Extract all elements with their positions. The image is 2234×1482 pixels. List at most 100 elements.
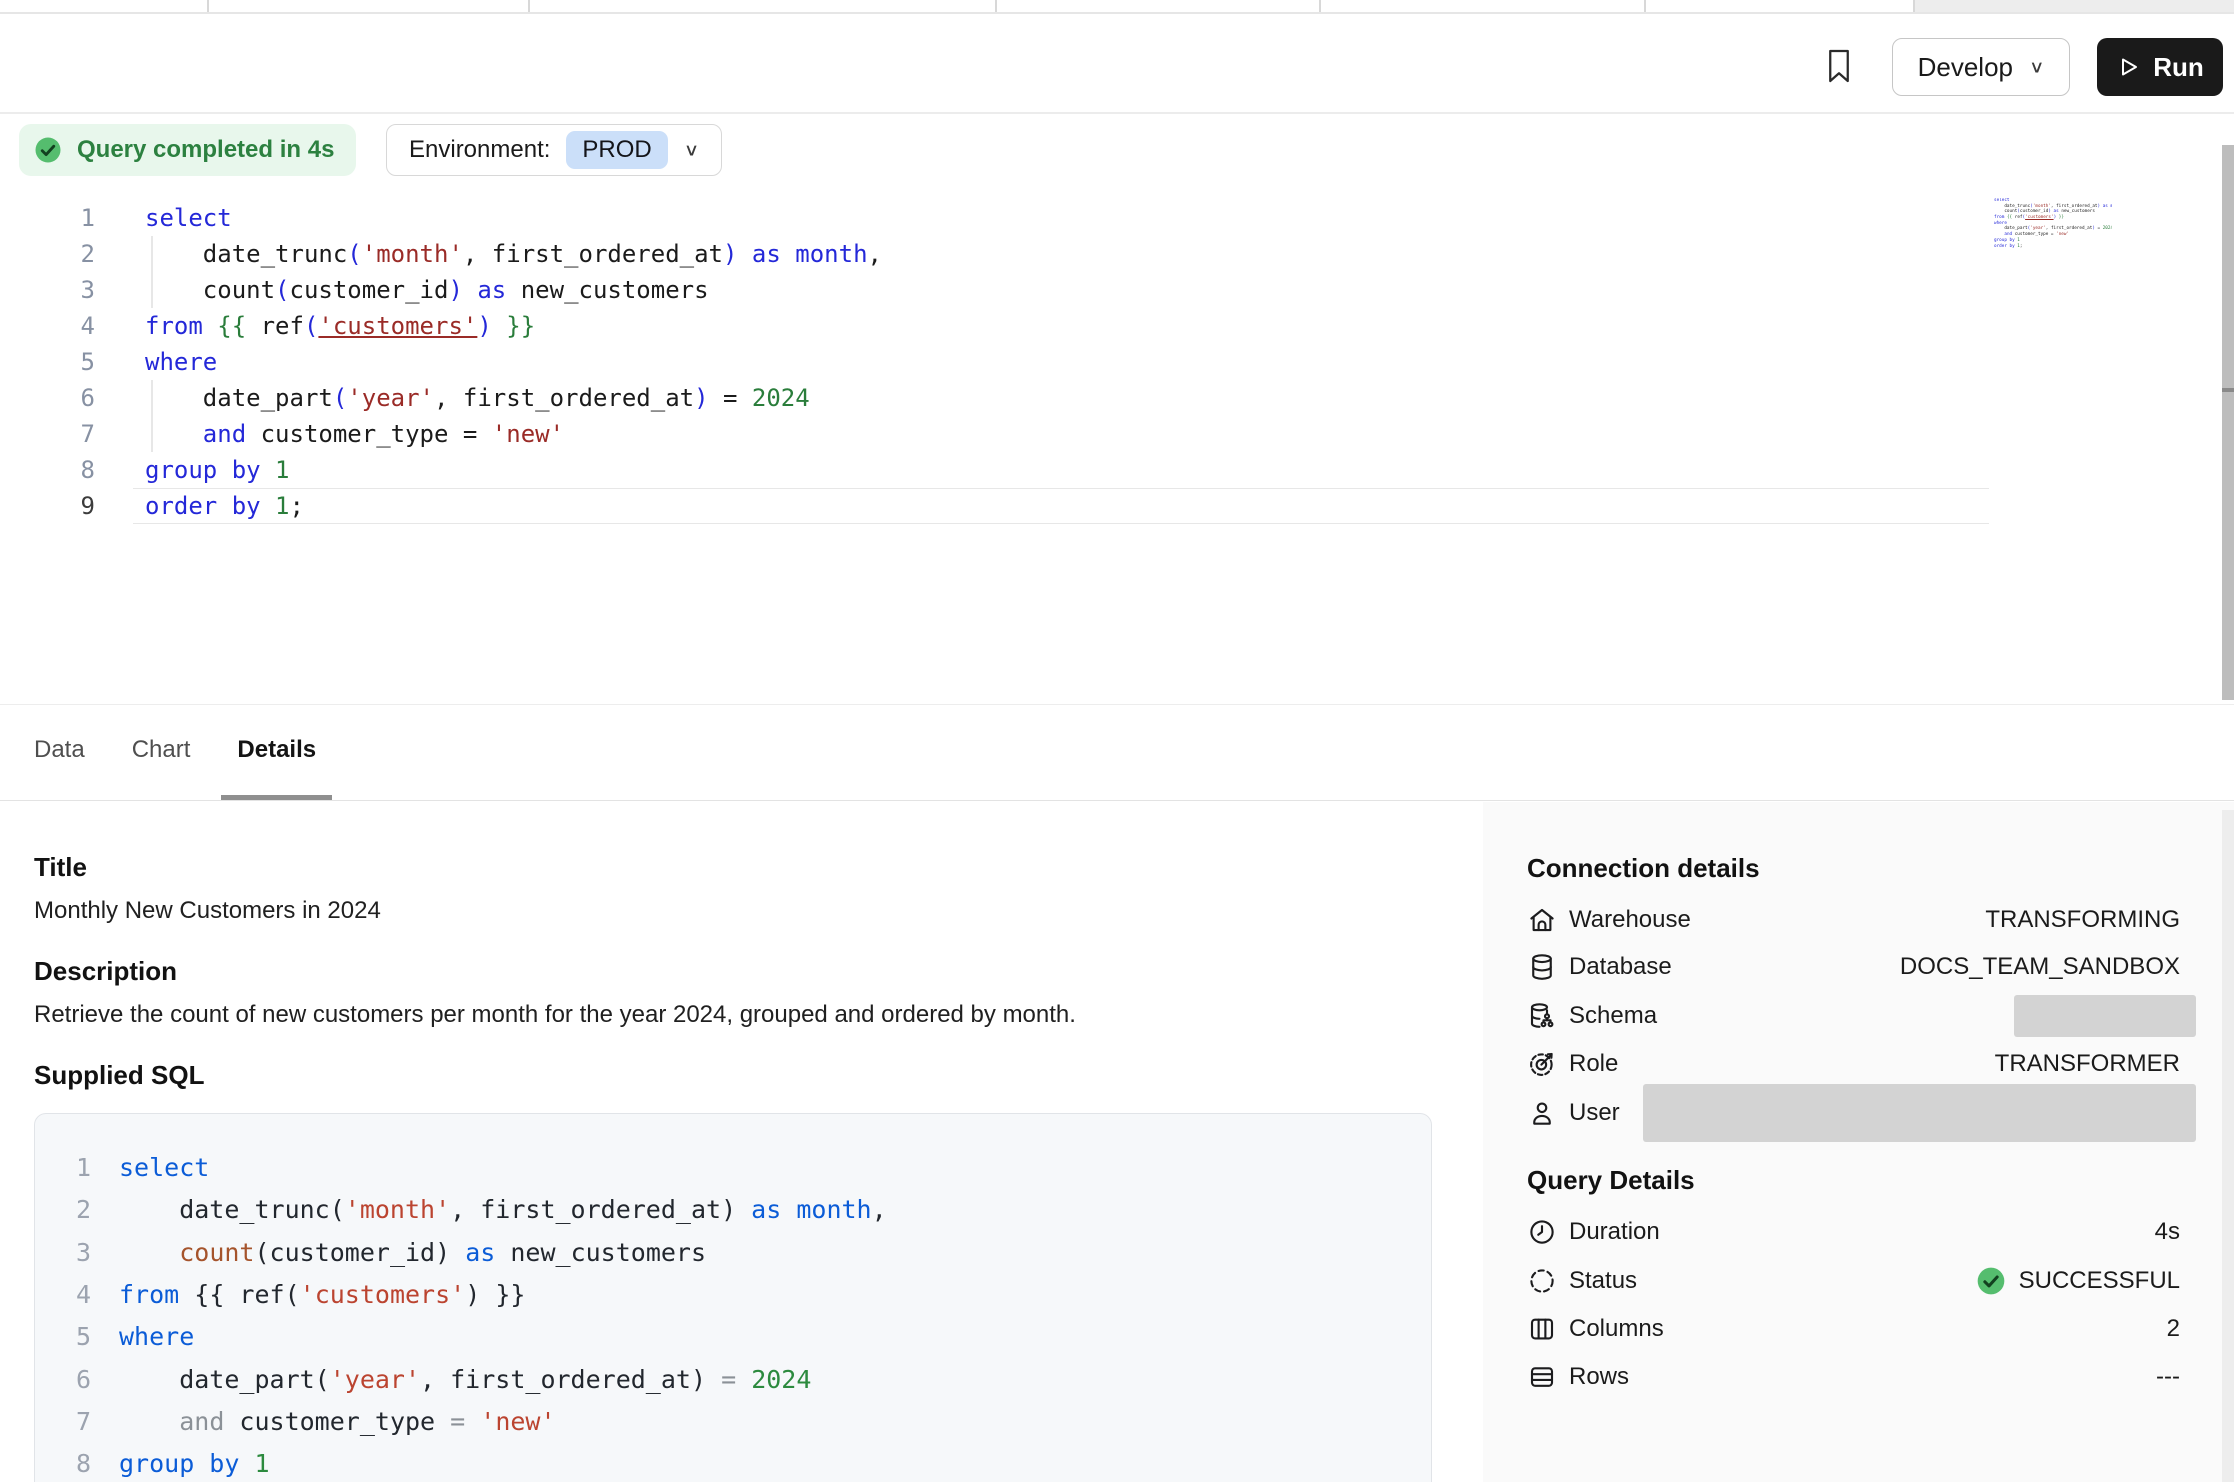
- code-text: date_part('year', first_ordered_at) = 20…: [119, 1359, 811, 1401]
- editor-line[interactable]: 6 date_part('year', first_ordered_at) = …: [0, 380, 2100, 416]
- code-token: new_customers: [495, 1238, 706, 1267]
- tab-divider: [1644, 0, 1646, 12]
- duration-value: 4s: [2155, 1218, 2196, 1246]
- connection-details-heading: Connection details: [1527, 853, 1760, 884]
- editor-minimap[interactable]: select date_trunc('month', first_ordered…: [1994, 198, 2112, 254]
- code-token: month: [2110, 204, 2112, 209]
- code-token: 'year': [330, 1365, 420, 1394]
- tab-divider: [995, 0, 997, 12]
- code-token: date_part(: [119, 1365, 330, 1394]
- code-token: customer_type: [224, 1407, 450, 1436]
- result-tabs: DataChartDetails: [0, 704, 2234, 801]
- code-text: date_part('year', first_ordered_at) = 20…: [145, 380, 810, 416]
- code-token: , first_ordered_at): [450, 1195, 751, 1224]
- code-token: month: [795, 240, 867, 268]
- query-status-text: Query completed in 4s: [77, 136, 334, 164]
- rows-value: ---: [2156, 1363, 2196, 1391]
- code-token: [492, 312, 506, 340]
- line-number: 1: [30, 200, 95, 236]
- status-row: StatusSUCCESSFUL: [1527, 1257, 2196, 1305]
- code-token: ref: [2012, 215, 2022, 220]
- editor-scrollbar[interactable]: [2222, 145, 2234, 700]
- columns-value: 2: [2167, 1315, 2196, 1343]
- warehouse-icon: [1527, 905, 1557, 935]
- rows-row: Rows ---: [1527, 1353, 2196, 1401]
- code-token: from: [145, 312, 203, 340]
- query-details-heading: Query Details: [1527, 1165, 1695, 1196]
- supplied-sql-heading: Supplied SQL: [34, 1060, 204, 1091]
- tab-data[interactable]: Data: [18, 705, 101, 800]
- tab-details[interactable]: Details: [221, 705, 332, 800]
- environment-label: Environment:: [409, 136, 550, 164]
- code-token: where: [1994, 221, 2007, 226]
- code-token: 'month': [2033, 204, 2051, 209]
- code-token: ,: [868, 240, 882, 268]
- develop-button[interactable]: Develop ∨: [1892, 38, 2070, 96]
- editor-line[interactable]: 9order by 1;: [0, 488, 2100, 524]
- warehouse-row: WarehouseTRANSFORMING: [1527, 896, 2196, 944]
- code-token: (customer_id): [254, 1238, 465, 1267]
- role-value: TRANSFORMER: [1995, 1050, 2196, 1078]
- editor-line[interactable]: 3 count(customer_id) as new_customers: [0, 272, 2100, 308]
- description-heading: Description: [34, 956, 177, 987]
- columns-row: Columns2: [1527, 1305, 2196, 1353]
- code-token: date_part: [145, 384, 333, 412]
- code-token: 'customers': [2025, 215, 2053, 220]
- code-text: from {{ ref('customers') }}: [145, 308, 535, 344]
- supplied-sql-line: 4from {{ ref('customers') }}: [35, 1274, 1375, 1316]
- value-text: 2: [2167, 1315, 2180, 1343]
- editor-line[interactable]: 8group by 1: [0, 452, 2100, 488]
- role-row: RoleTRANSFORMER: [1527, 1040, 2196, 1088]
- environment-selector[interactable]: Environment: PROD ∨: [386, 124, 722, 176]
- code-token: 2024: [751, 1365, 811, 1394]
- editor-line[interactable]: 2 date_trunc('month', first_ordered_at) …: [0, 236, 2100, 272]
- details-scrollbar-track[interactable]: [2222, 810, 2234, 1482]
- editor-line[interactable]: 7 and customer_type = 'new': [0, 416, 2100, 452]
- warehouse-label: Warehouse: [1569, 906, 1691, 934]
- browser-tab-strip: [0, 0, 2234, 14]
- code-token: 'customers': [318, 312, 477, 340]
- code-token: =: [721, 1365, 736, 1394]
- role-icon: [1527, 1049, 1557, 1079]
- code-text: date_trunc('month', first_ordered_at) as…: [119, 1189, 887, 1231]
- code-token: new_customers: [506, 276, 708, 304]
- rows-label: Rows: [1569, 1363, 1629, 1391]
- code-token: as: [751, 1195, 781, 1224]
- tab-divider: [1913, 0, 1915, 12]
- code-token: ;: [2020, 244, 2023, 249]
- code-token: customer_type =: [2012, 232, 2056, 237]
- line-number: 5: [30, 344, 95, 380]
- tab-chart[interactable]: Chart: [116, 705, 207, 800]
- schema-row: Schema: [1527, 992, 2196, 1040]
- check-circle-icon: [1975, 1265, 2007, 1297]
- code-text: group by 1: [119, 1443, 270, 1482]
- bookmark-icon[interactable]: [1824, 48, 1854, 84]
- line-number: 6: [51, 1359, 91, 1401]
- code-token: 'new': [2056, 232, 2069, 237]
- code-token: order by: [145, 492, 261, 520]
- code-token: 1: [254, 1449, 269, 1478]
- code-token: count: [1994, 209, 2017, 214]
- code-token: 'year': [2030, 226, 2046, 231]
- code-token: ): [477, 312, 491, 340]
- code-token: from: [119, 1280, 179, 1309]
- editor-line[interactable]: 1 select: [0, 200, 2100, 236]
- code-text: group by 1: [145, 452, 290, 488]
- code-token: [119, 1407, 179, 1436]
- code-text: where: [119, 1316, 194, 1358]
- code-text: count(customer_id) as new_customers: [145, 272, 709, 308]
- value-text: TRANSFORMER: [1995, 1050, 2180, 1078]
- code-token: where: [119, 1322, 194, 1351]
- status-value: SUCCESSFUL: [1975, 1265, 2196, 1297]
- code-token: select: [119, 1153, 209, 1182]
- code-token: customer_type =: [246, 420, 492, 448]
- run-button[interactable]: Run: [2097, 38, 2223, 96]
- editor-line[interactable]: 4from {{ ref('customers') }}: [0, 308, 2100, 344]
- code-token: select: [1994, 198, 2010, 203]
- code-token: }}: [506, 312, 535, 340]
- sql-editor[interactable]: 1 select 2 date_trunc('month', first_order…: [0, 176, 2234, 704]
- code-token: {{: [217, 312, 246, 340]
- duration-row: Duration4s: [1527, 1208, 2196, 1256]
- editor-line[interactable]: 5where: [0, 344, 2100, 380]
- code-token: date_part: [1994, 226, 2028, 231]
